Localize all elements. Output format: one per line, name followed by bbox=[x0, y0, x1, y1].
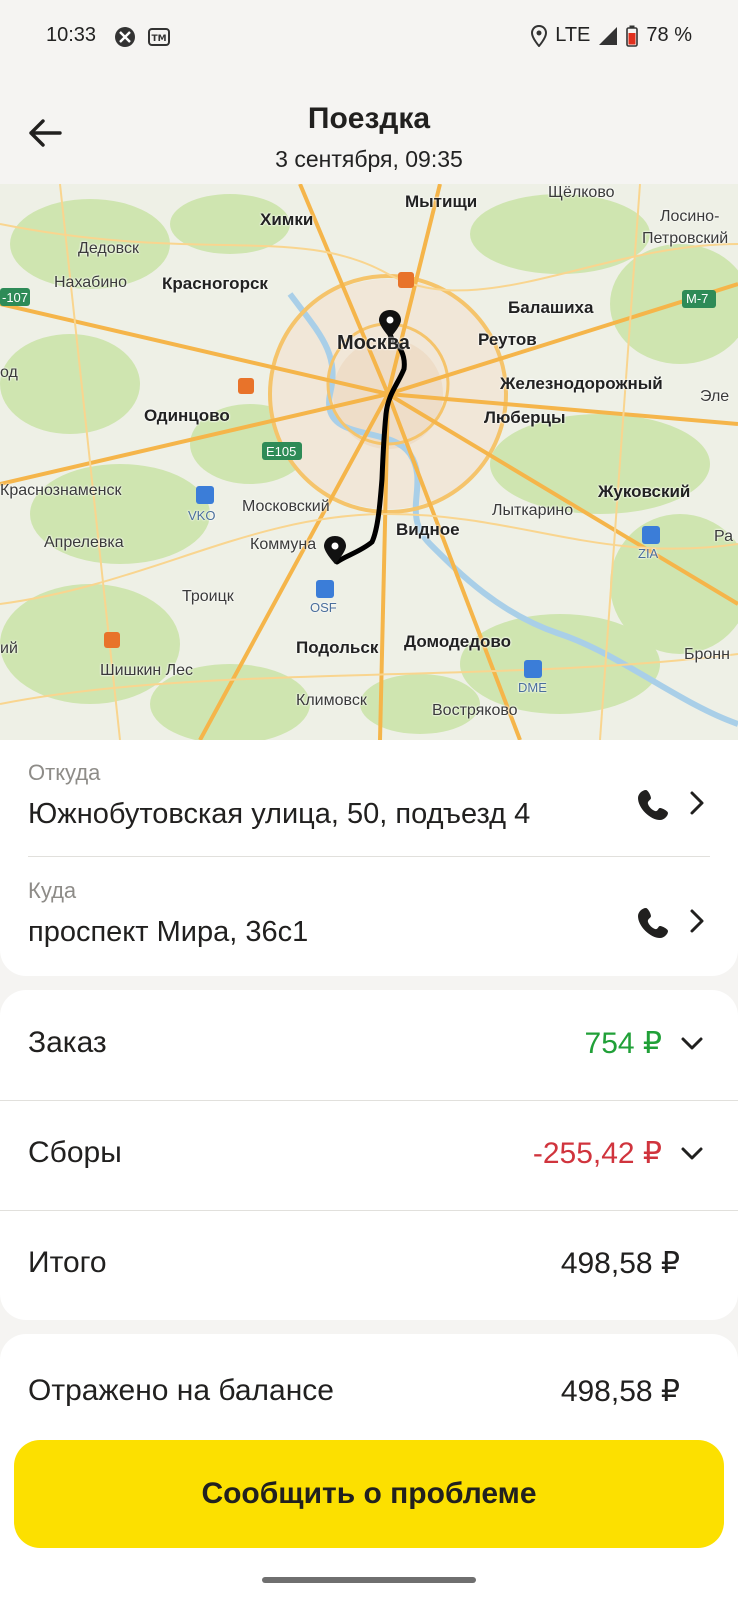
map-label-e105: E105 bbox=[266, 444, 297, 459]
report-problem-button[interactable]: Сообщить о проблеме bbox=[14, 1440, 724, 1548]
total-label: Итого bbox=[28, 1246, 107, 1279]
status-right: LTE 78 % bbox=[531, 24, 692, 47]
map-label-m7: M-7 bbox=[686, 291, 709, 306]
map-label-domodedovo: Домодедово bbox=[404, 632, 512, 651]
divider bbox=[28, 856, 710, 857]
map-label-dme: DME bbox=[518, 680, 547, 695]
map-label-klimovsk: Климовск bbox=[296, 692, 367, 709]
battery-icon bbox=[626, 25, 639, 47]
balance-value: 498,58 ₽ bbox=[560, 1375, 680, 1408]
map-label-vko: VKO bbox=[188, 508, 216, 523]
map-label-petrovsky: Петровский bbox=[642, 230, 729, 247]
page-title: Поездка bbox=[307, 102, 431, 135]
map-label-ra: Ра bbox=[714, 528, 734, 545]
map-label-losino: Лосино- bbox=[660, 208, 720, 225]
order-label: Заказ bbox=[28, 1026, 107, 1059]
map-label-kommunarka: Коммуна bbox=[250, 536, 317, 553]
location-icon bbox=[531, 24, 548, 47]
map-label-krasnoznamensk: Краснознаменск bbox=[0, 482, 122, 499]
to-address: проспект Мира, 36с1 bbox=[28, 916, 309, 948]
map-label-mytishchi: Мытищи bbox=[405, 192, 478, 211]
map-label-zhukovsky: Жуковский bbox=[598, 482, 691, 501]
map-label-lytkarino: Лыткарино bbox=[492, 502, 574, 519]
map-label-khimki: Химки bbox=[260, 210, 314, 229]
map-label-podolsk: Подольск bbox=[296, 638, 379, 657]
chevron-right-icon[interactable] bbox=[688, 908, 706, 934]
map-label-lyubertsy: Люберцы bbox=[484, 408, 566, 427]
route-map[interactable]: Щёлково Мытищи Химки Лосино- Петровский … bbox=[0, 184, 738, 740]
bottom-bar: Сообщить о проблеме bbox=[0, 1426, 738, 1600]
map-label-reutov: Реутов bbox=[478, 330, 537, 349]
header: Поездка 3 сентября, 09:35 bbox=[0, 72, 738, 184]
map-label-troitsk: Троицк bbox=[182, 588, 234, 605]
map-label-odintsovo: Одинцово bbox=[144, 406, 230, 425]
fees-row[interactable]: Сборы -255,42 ₽ bbox=[0, 1100, 738, 1210]
chevron-down-icon[interactable] bbox=[680, 1036, 704, 1052]
map-label-balashikha: Балашиха bbox=[508, 298, 594, 317]
finance-card: Заказ 754 ₽ Сборы -255,42 ₽ Итого 498,58… bbox=[0, 990, 738, 1320]
status-bar: 10:33 TM LTE 78 % bbox=[0, 0, 738, 72]
map-label-shchelkovo: Щёлково bbox=[548, 184, 615, 201]
fees-label: Сборы bbox=[28, 1136, 122, 1169]
route-card: Откуда Южнобутовская улица, 50, подъезд … bbox=[0, 740, 738, 976]
chevron-down-icon[interactable] bbox=[680, 1146, 704, 1162]
network-type: LTE bbox=[555, 24, 591, 46]
map-label-zia: ZIA bbox=[638, 546, 659, 561]
from-label: Откуда bbox=[28, 760, 101, 785]
svg-text:TM: TM bbox=[151, 34, 166, 44]
signal-icon bbox=[599, 26, 618, 45]
map-label-vidnoe: Видное bbox=[396, 520, 460, 539]
gesture-bar[interactable] bbox=[262, 1577, 476, 1583]
map-label-ele: Эле bbox=[700, 388, 730, 405]
trip-date: 3 сентября, 09:35 bbox=[275, 146, 463, 172]
order-row[interactable]: Заказ 754 ₽ bbox=[0, 990, 738, 1100]
total-row: Итого 498,58 ₽ bbox=[0, 1210, 738, 1320]
to-label: Куда bbox=[28, 878, 77, 903]
map-label-bronn: Бронн bbox=[684, 646, 730, 663]
order-value: 754 ₽ bbox=[584, 1027, 662, 1060]
map-label-shishkin: Шишкин Лес bbox=[100, 662, 194, 679]
map-label-moskovsky: Московский bbox=[242, 498, 330, 515]
map-label-aprelevka: Апрелевка bbox=[44, 534, 124, 551]
map-label-zheleznodorozhny: Железнодорожный bbox=[500, 374, 663, 393]
phone-icon[interactable] bbox=[636, 788, 670, 822]
battery-level: 78 % bbox=[646, 24, 692, 46]
map-label-vostryakovo: Востряково bbox=[432, 702, 518, 719]
tm-icon: TM bbox=[148, 28, 170, 46]
chevron-right-icon[interactable] bbox=[688, 790, 706, 816]
total-value: 498,58 ₽ bbox=[560, 1247, 680, 1280]
status-time: 10:33 bbox=[46, 24, 97, 46]
map-label-dedovsk: Дедовск bbox=[78, 240, 139, 257]
phone-icon[interactable] bbox=[636, 906, 670, 940]
from-row[interactable]: Откуда Южнобутовская улица, 50, подъезд … bbox=[28, 740, 710, 858]
map-label-moskva: Москва bbox=[337, 332, 410, 354]
map-label-m107: -107 bbox=[2, 290, 29, 305]
to-row[interactable]: Куда проспект Мира, 36с1 bbox=[28, 858, 710, 976]
map-label-osf: OSF bbox=[310, 600, 337, 615]
fees-value: -255,42 ₽ bbox=[532, 1137, 662, 1170]
balance-card: Отражено на балансе 498,58 ₽ bbox=[0, 1334, 738, 1434]
map-label-nakhabino: Нахабино bbox=[54, 274, 128, 291]
map-label-krasnogorsk: Красногорск bbox=[162, 274, 268, 293]
map-label-od: од bbox=[0, 364, 18, 381]
notification-icon bbox=[115, 27, 135, 47]
balance-label: Отражено на балансе bbox=[28, 1374, 334, 1407]
from-address: Южнобутовская улица, 50, подъезд 4 bbox=[28, 798, 531, 830]
map-label-iy: ий bbox=[0, 640, 18, 657]
